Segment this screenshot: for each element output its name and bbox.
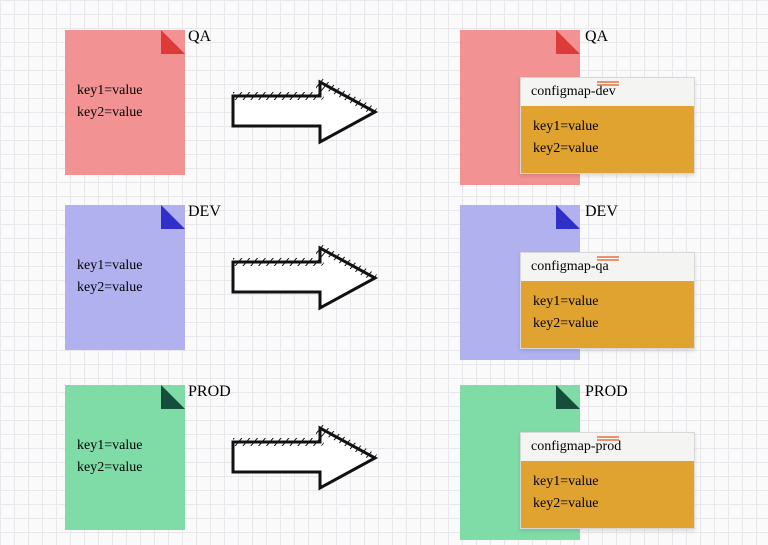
configmap-header: configmap-prod	[521, 433, 694, 461]
arrow-icon	[225, 420, 385, 498]
source-file-dev: key1=value key2=value	[65, 205, 185, 350]
kv-line: key1=value	[533, 116, 682, 138]
kv-line: key2=value	[77, 457, 175, 479]
kv-line: key2=value	[533, 493, 682, 515]
configmap-body: key1=value key2=value	[521, 461, 694, 528]
configmap-name: configmap-dev	[531, 84, 616, 99]
kv-line: key1=value	[533, 291, 682, 313]
kv-line: key1=value	[77, 80, 175, 102]
file-corner-icon	[161, 205, 185, 229]
env-label-prod-right: PROD	[585, 383, 628, 401]
kv-line: key1=value	[77, 435, 175, 457]
arrow-icon	[225, 74, 385, 152]
file-corner-icon	[556, 385, 580, 409]
configmap-card-dev: configmap-qa key1=value key2=value	[520, 252, 695, 349]
kv-line: key2=value	[77, 102, 175, 124]
file-corner-icon	[161, 30, 185, 54]
configmap-card-prod: configmap-prod key1=value key2=value	[520, 432, 695, 529]
file-corner-icon	[556, 205, 580, 229]
file-corner-icon	[161, 385, 185, 409]
file-corner-icon	[556, 30, 580, 54]
configmap-card-qa: configmap-dev key1=value key2=value	[520, 77, 695, 174]
configmap-header: configmap-dev	[521, 78, 694, 106]
env-label-dev: DEV	[188, 203, 221, 221]
kv-line: key1=value	[77, 255, 175, 277]
configmap-name: configmap-qa	[531, 259, 609, 274]
source-file-qa: key1=value key2=value	[65, 30, 185, 175]
configmap-body: key1=value key2=value	[521, 106, 694, 173]
env-label-qa: QA	[188, 28, 211, 46]
source-file-prod: key1=value key2=value	[65, 385, 185, 530]
kv-line: key2=value	[533, 138, 682, 160]
arrow-icon	[225, 240, 385, 318]
configmap-name: configmap-prod	[531, 439, 621, 454]
configmap-header: configmap-qa	[521, 253, 694, 281]
env-label-qa-right: QA	[585, 28, 608, 46]
kv-line: key1=value	[533, 471, 682, 493]
kv-line: key2=value	[77, 277, 175, 299]
env-label-dev-right: DEV	[585, 203, 618, 221]
env-label-prod: PROD	[188, 383, 231, 401]
kv-line: key2=value	[533, 313, 682, 335]
configmap-body: key1=value key2=value	[521, 281, 694, 348]
